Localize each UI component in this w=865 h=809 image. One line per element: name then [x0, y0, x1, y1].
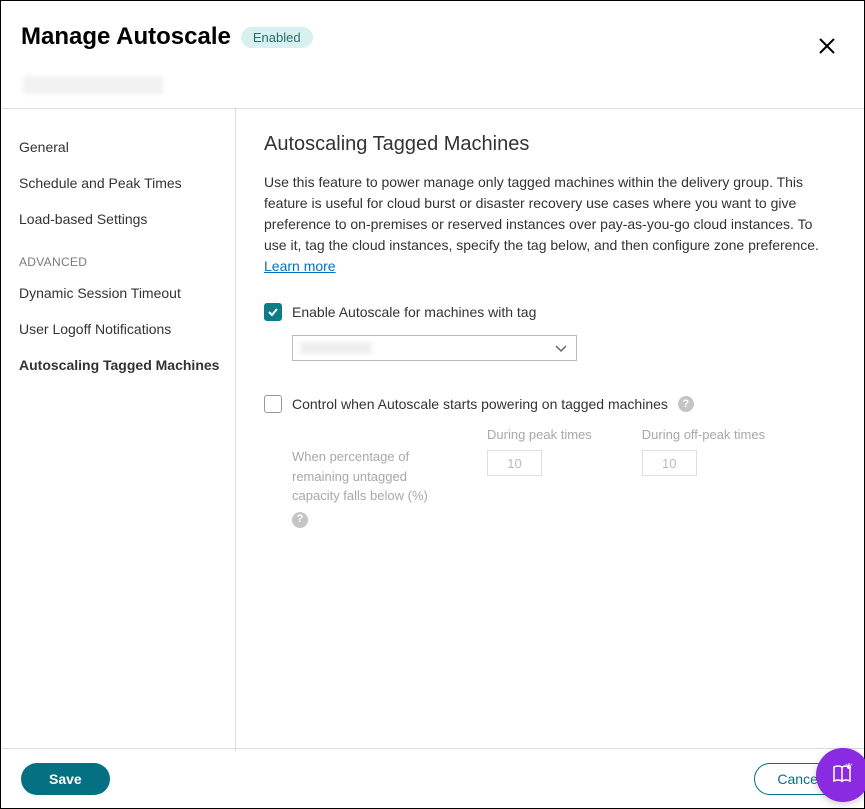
content-title: Autoscaling Tagged Machines	[264, 133, 836, 156]
enable-autoscale-label: Enable Autoscale for machines with tag	[292, 304, 536, 320]
page-title: Manage Autoscale	[21, 23, 231, 51]
sidebar-item-load[interactable]: Load-based Settings	[19, 201, 235, 237]
help-fab[interactable]	[816, 748, 865, 802]
close-icon[interactable]	[816, 35, 838, 60]
sidebar-item-autoscaling-tagged[interactable]: Autoscaling Tagged Machines	[19, 347, 235, 383]
help-icon[interactable]: ?	[678, 396, 694, 412]
check-icon	[267, 306, 279, 318]
tag-select-value-redacted	[301, 342, 371, 354]
control-powering-label: Control when Autoscale starts powering o…	[292, 396, 668, 412]
content-description: Use this feature to power manage only ta…	[264, 172, 836, 277]
status-badge: Enabled	[241, 27, 313, 48]
sidebar-item-logoff-notifications[interactable]: User Logoff Notifications	[19, 311, 235, 347]
subtitle-redacted	[23, 76, 163, 94]
sidebar-item-general[interactable]: General	[19, 129, 235, 165]
save-button[interactable]: Save	[21, 763, 110, 795]
tag-select[interactable]	[292, 335, 577, 361]
sidebar-item-dynamic-timeout[interactable]: Dynamic Session Timeout	[19, 275, 235, 311]
book-icon	[830, 761, 856, 790]
offpeak-label: During off-peak times	[642, 427, 765, 442]
peak-input[interactable]	[487, 450, 542, 476]
sidebar-section-advanced: ADVANCED	[19, 237, 235, 275]
help-icon[interactable]: ?	[292, 512, 308, 528]
sidebar: General Schedule and Peak Times Load-bas…	[1, 109, 236, 751]
peak-label: During peak times	[487, 427, 592, 442]
control-powering-checkbox[interactable]	[264, 395, 282, 413]
chevron-down-icon	[554, 340, 568, 356]
sidebar-item-schedule[interactable]: Schedule and Peak Times	[19, 165, 235, 201]
capacity-label: When percentage of remaining untagged ca…	[292, 447, 437, 506]
enable-autoscale-checkbox[interactable]	[264, 303, 282, 321]
learn-more-link[interactable]: Learn more	[264, 258, 336, 274]
offpeak-input[interactable]	[642, 450, 697, 476]
